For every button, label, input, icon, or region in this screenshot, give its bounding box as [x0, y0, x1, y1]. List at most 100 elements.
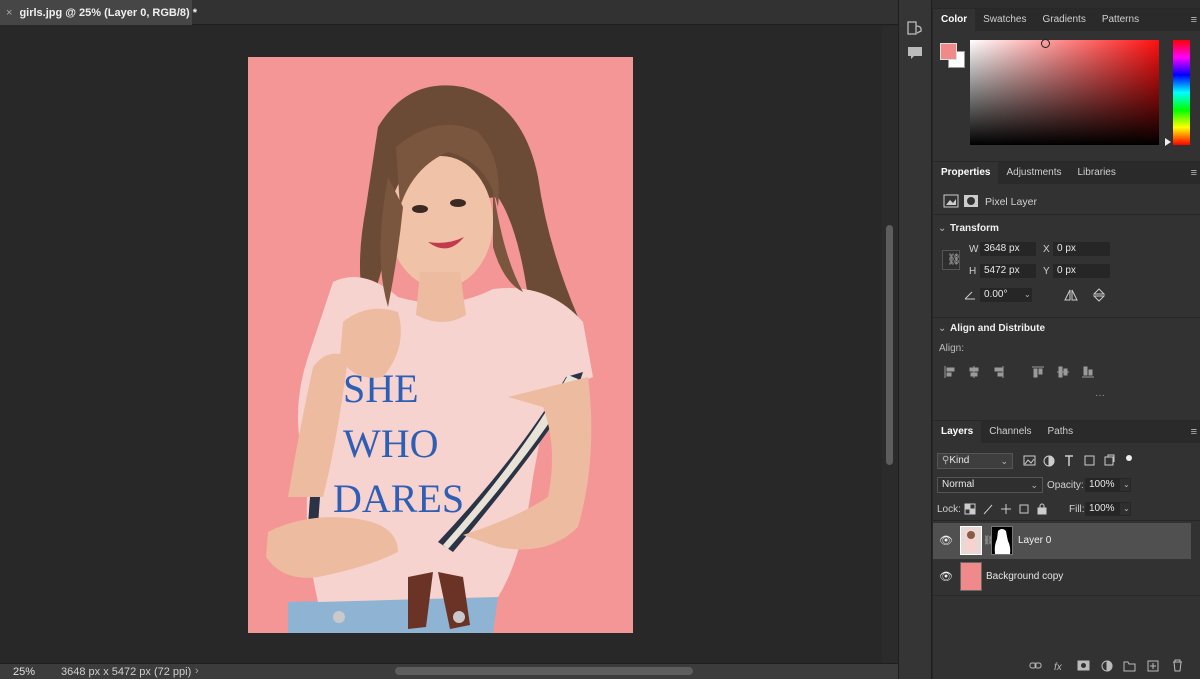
- layer-thumbnail[interactable]: [960, 526, 982, 555]
- document-image[interactable]: SHE WHO DARES: [248, 57, 633, 633]
- filter-kind-dropdown[interactable]: ⚲Kind ⌄: [937, 453, 1013, 469]
- lock-image-pixels-icon: [983, 504, 993, 515]
- lock-all-icon: [1037, 503, 1047, 515]
- fx-icon: fx: [1054, 662, 1063, 673]
- chevron-down-icon[interactable]: ⌄: [938, 323, 946, 334]
- tab-color[interactable]: Color: [933, 9, 976, 31]
- close-tab-icon[interactable]: ×: [6, 7, 12, 19]
- opacity-input[interactable]: 100%: [1085, 478, 1119, 492]
- panel-menu-icon[interactable]: ≡: [1191, 167, 1197, 179]
- filter-shape-icon: [1084, 455, 1095, 466]
- eye-icon[interactable]: 👁: [939, 570, 953, 583]
- shirt-text-line-2: WHO: [343, 421, 439, 466]
- panel-menu-icon[interactable]: ≡: [1191, 426, 1197, 438]
- tab-gradients[interactable]: Gradients: [1034, 9, 1093, 31]
- width-input[interactable]: 3648 px: [980, 242, 1036, 256]
- woman-photo: SHE WHO DARES: [248, 57, 633, 633]
- properties-panel: Properties Adjustments Libraries ≡ Pixel…: [933, 162, 1200, 420]
- history-icon[interactable]: [907, 20, 923, 36]
- vertical-scroll-thumb[interactable]: [886, 225, 893, 465]
- tab-layers[interactable]: Layers: [933, 421, 982, 443]
- fill-label: Fill:: [1069, 504, 1085, 515]
- hue-slider[interactable]: [1173, 40, 1190, 145]
- transform-section-title[interactable]: Transform: [950, 223, 999, 234]
- filter-kind-value: Kind: [949, 455, 970, 466]
- tab-properties[interactable]: Properties: [933, 162, 999, 184]
- pixel-layer-icon: [943, 194, 959, 208]
- angle-input[interactable]: 0.00°: [980, 288, 1020, 302]
- fill-input[interactable]: 100%: [1085, 502, 1119, 516]
- mask-silhouette: [994, 529, 1011, 554]
- filter-pixel-icon: [1023, 455, 1036, 466]
- layer-name[interactable]: Background copy: [986, 571, 1063, 582]
- align-section-title[interactable]: Align and Distribute: [950, 323, 1045, 334]
- lock-artboard-icon: [1019, 504, 1029, 514]
- lock-position-icon: [1001, 504, 1011, 514]
- layer-thumbnail[interactable]: [960, 562, 982, 591]
- lock-icons: [964, 503, 1047, 515]
- flip-vertical-icon[interactable]: [1092, 288, 1106, 302]
- divider: [933, 214, 1200, 215]
- add-mask-icon: [1077, 660, 1090, 671]
- tab-adjustments[interactable]: Adjustments: [998, 162, 1069, 184]
- properties-panel-tabs: Properties Adjustments Libraries ≡: [933, 162, 1200, 184]
- opacity-label: Opacity:: [1047, 480, 1084, 491]
- layer-row-layer-0[interactable]: 👁 ⛓ Layer 0: [933, 523, 1191, 559]
- hue-slider-marker[interactable]: [1165, 138, 1171, 146]
- tab-swatches[interactable]: Swatches: [975, 9, 1034, 31]
- zoom-level[interactable]: 25%: [13, 666, 35, 678]
- opacity-dropdown[interactable]: ⌄: [1119, 478, 1131, 492]
- y-label: Y: [1043, 266, 1050, 277]
- adjustment-layer-icon: [1101, 660, 1113, 672]
- delete-layer-icon: [1173, 659, 1182, 672]
- tab-patterns[interactable]: Patterns: [1094, 9, 1147, 31]
- chevron-down-icon[interactable]: ⌄: [938, 223, 946, 234]
- y-input[interactable]: 0 px: [1053, 264, 1110, 278]
- color-picker-cursor[interactable]: [1041, 39, 1050, 48]
- filter-type-icon: [1065, 455, 1073, 466]
- foreground-color-swatch[interactable]: [940, 43, 957, 60]
- link-dimensions-icon[interactable]: ⛓: [942, 250, 961, 270]
- tab-channels[interactable]: Channels: [981, 421, 1039, 443]
- document-tab-title: girls.jpg @ 25% (Layer 0, RGB/8) *: [19, 6, 198, 19]
- color-picker-field[interactable]: [970, 40, 1159, 145]
- align-middle-v-icon: [1057, 366, 1069, 378]
- layer-name[interactable]: Layer 0: [1018, 535, 1051, 546]
- blend-mode-dropdown[interactable]: Normal ⌄: [937, 477, 1043, 493]
- width-label: W: [969, 244, 979, 255]
- angle-dropdown[interactable]: ⌄: [1020, 288, 1032, 302]
- height-input[interactable]: 5472 px: [980, 264, 1036, 278]
- chevron-down-icon: ⌄: [1000, 456, 1008, 466]
- panel-collapse-bar[interactable]: [932, 0, 1200, 8]
- flip-horizontal-icon[interactable]: [1064, 289, 1078, 301]
- x-input[interactable]: 0 px: [1053, 242, 1110, 256]
- layer-thumbnail-image: [961, 527, 981, 554]
- height-label: H: [969, 266, 977, 277]
- lock-label: Lock:: [937, 504, 961, 515]
- tab-libraries[interactable]: Libraries: [1070, 162, 1124, 184]
- divider: [933, 317, 1200, 318]
- document-dimensions: 3648 px x 5472 px (72 ppi): [61, 666, 192, 678]
- lock-transparent-pixels-icon: [964, 503, 976, 515]
- eye-icon[interactable]: 👁: [939, 534, 953, 547]
- document-tab[interactable]: × girls.jpg @ 25% (Layer 0, RGB/8) *: [0, 0, 197, 25]
- filter-toggle-icon[interactable]: [1126, 455, 1132, 461]
- fill-dropdown[interactable]: ⌄: [1119, 502, 1131, 516]
- status-menu-arrow[interactable]: ›: [195, 665, 199, 677]
- mask-icon[interactable]: [963, 194, 979, 208]
- more-options-icon[interactable]: ···: [1095, 390, 1105, 401]
- align-top-icon: [1032, 366, 1044, 378]
- new-group-icon: [1123, 661, 1136, 672]
- align-bottom-icon: [1082, 366, 1094, 378]
- horizontal-scroll-thumb[interactable]: [395, 667, 693, 675]
- layer-mask-thumbnail[interactable]: [991, 526, 1013, 555]
- filter-smart-object-icon: [1104, 454, 1115, 466]
- filter-adjustment-icon: [1043, 455, 1055, 467]
- panel-menu-icon[interactable]: ≡: [1191, 14, 1197, 26]
- divider: [933, 595, 1200, 596]
- layer-row-background-copy[interactable]: 👁 Background copy: [933, 559, 1200, 595]
- comments-icon[interactable]: [907, 45, 923, 61]
- align-buttons: [944, 366, 1094, 378]
- tab-paths[interactable]: Paths: [1040, 421, 1082, 443]
- color-panel: Color Swatches Gradients Patterns ≡: [933, 9, 1200, 161]
